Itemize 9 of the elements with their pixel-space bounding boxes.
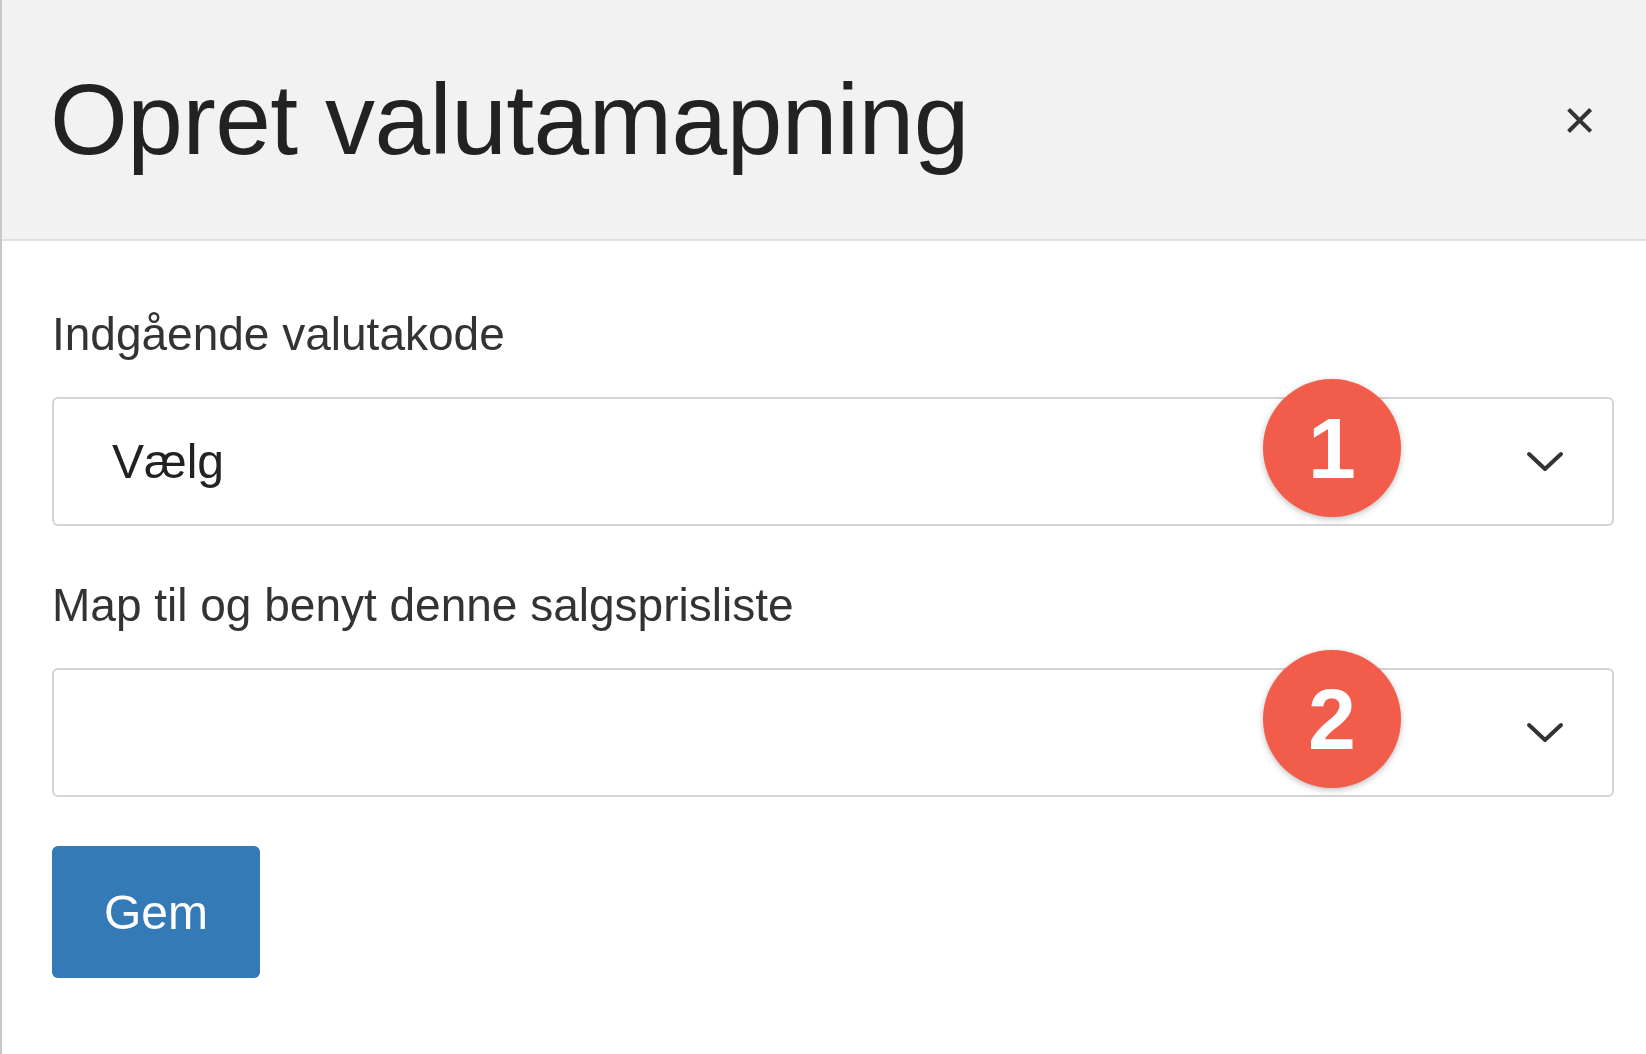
select-value: Vælg <box>112 434 225 489</box>
select-field[interactable] <box>52 668 1614 797</box>
close-button[interactable]: × <box>1563 91 1596 148</box>
field-label: Map til og benyt denne salgsprisliste <box>52 578 795 632</box>
chevron-down-icon <box>1526 721 1564 744</box>
chevron-down-icon <box>1526 450 1564 473</box>
field-label: Indgående valutakode <box>52 307 506 361</box>
dialog-title: Opret valutamapning <box>50 62 969 177</box>
save-button[interactable]: Gem <box>52 846 260 978</box>
